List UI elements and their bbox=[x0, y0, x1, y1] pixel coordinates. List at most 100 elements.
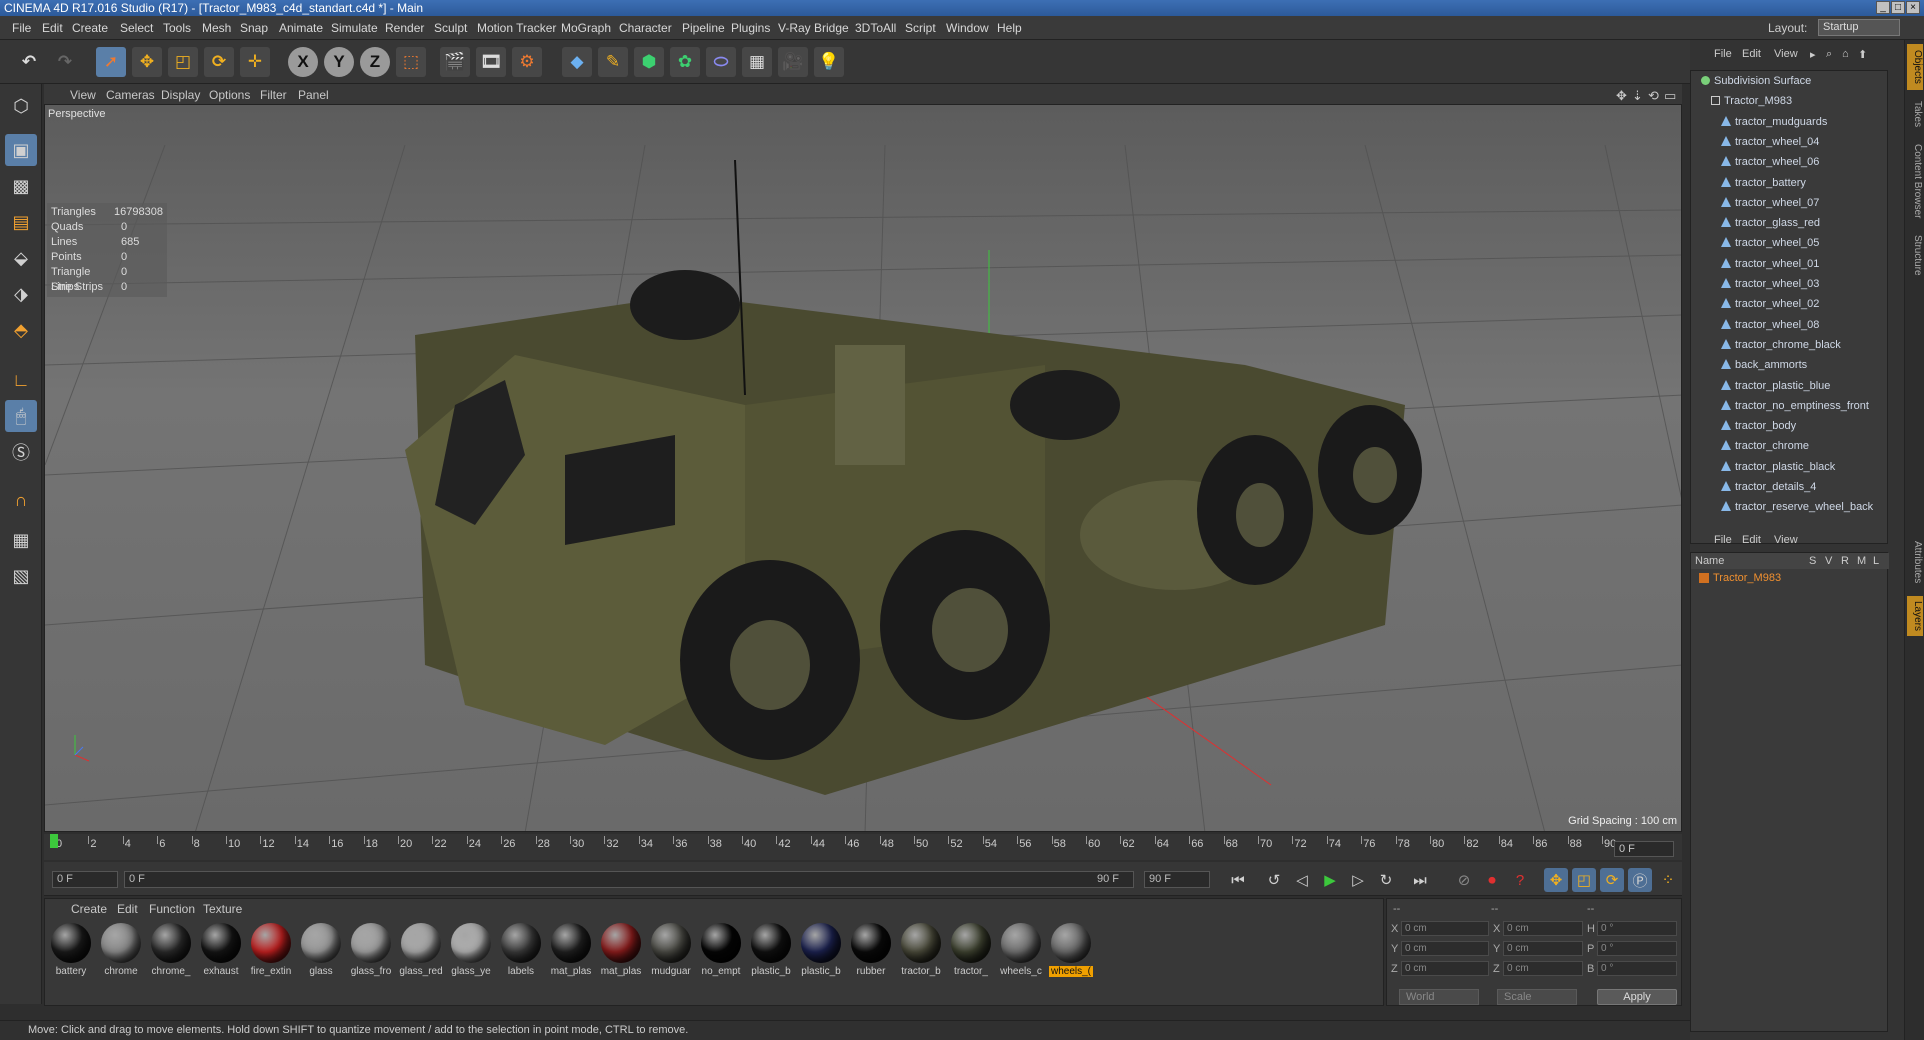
render-settings-icon[interactable]: ⚙ bbox=[512, 47, 542, 77]
playhead[interactable] bbox=[50, 834, 58, 848]
object-tree-item[interactable]: tractor_battery bbox=[1721, 173, 1806, 193]
floor-icon[interactable]: ▦ bbox=[742, 47, 772, 77]
home-icon[interactable]: ⌂ bbox=[1842, 48, 1849, 60]
menu-3dtoall[interactable]: 3DToAll bbox=[855, 21, 896, 35]
layer-row[interactable]: Tractor_M983 bbox=[1691, 569, 1889, 587]
live-selection-icon[interactable]: ➚ bbox=[96, 47, 126, 77]
menu-sculpt[interactable]: Sculpt bbox=[434, 21, 467, 35]
material-item[interactable]: mudguar bbox=[649, 923, 693, 983]
size-y-field[interactable]: 0 cm bbox=[1503, 941, 1583, 956]
viewport-rotate-icon[interactable]: ⟲ bbox=[1648, 88, 1659, 104]
next-key-icon[interactable]: ↻ bbox=[1374, 868, 1398, 892]
menu-snap[interactable]: Snap bbox=[240, 21, 268, 35]
key-pla-icon[interactable]: ⁘ bbox=[1656, 868, 1680, 892]
menu-file[interactable]: File bbox=[12, 21, 31, 35]
object-tree-item[interactable]: Tractor_M983 bbox=[1711, 91, 1792, 111]
keyframe-selection-icon[interactable]: ? bbox=[1508, 868, 1532, 892]
position-z-field[interactable]: 0 cm bbox=[1401, 961, 1489, 976]
play-icon[interactable]: ▶ bbox=[1318, 868, 1342, 892]
menu-mesh[interactable]: Mesh bbox=[202, 21, 231, 35]
layers-menu-file[interactable]: File bbox=[1714, 534, 1732, 546]
material-item[interactable]: rubber bbox=[849, 923, 893, 983]
goto-end-icon[interactable]: ⏭ bbox=[1408, 868, 1432, 892]
redo-icon[interactable]: ↷ bbox=[50, 47, 80, 77]
planar-workplane-icon[interactable]: ▧ bbox=[5, 560, 37, 592]
object-tree-item[interactable]: tractor_wheel_01 bbox=[1721, 254, 1819, 274]
menu-plugins[interactable]: Plugins bbox=[731, 21, 770, 35]
menu-select[interactable]: Select bbox=[120, 21, 153, 35]
make-editable-icon[interactable]: ⬡ bbox=[5, 90, 37, 122]
size-z-field[interactable]: 0 cm bbox=[1503, 961, 1583, 976]
tab-takes[interactable]: Takes bbox=[1907, 96, 1923, 132]
objects-menu-edit[interactable]: Edit bbox=[1742, 48, 1761, 60]
autokey-icon[interactable]: ⏺ bbox=[1480, 868, 1504, 892]
menu-mograph[interactable]: MoGraph bbox=[561, 21, 611, 35]
viewport-maximize-icon[interactable]: ▭ bbox=[1664, 88, 1676, 104]
z-axis-icon[interactable]: Z bbox=[360, 47, 390, 77]
menu-script[interactable]: Script bbox=[905, 21, 936, 35]
object-tree-item[interactable]: back_ammorts bbox=[1721, 355, 1807, 375]
coordinate-mode-dropdown[interactable]: World bbox=[1399, 989, 1479, 1005]
rotation-p-field[interactable]: 0 ° bbox=[1597, 941, 1677, 956]
object-tree-item[interactable]: tractor_wheel_07 bbox=[1721, 193, 1819, 213]
object-tree-item[interactable]: tractor_no_emptiness_front bbox=[1721, 396, 1869, 416]
viewport-menu-display[interactable]: Display bbox=[161, 88, 200, 102]
menu-motion-tracker[interactable]: Motion Tracker bbox=[477, 21, 556, 35]
key-parameter-icon[interactable]: Ⓟ bbox=[1628, 868, 1652, 892]
y-axis-icon[interactable]: Y bbox=[324, 47, 354, 77]
menu-render[interactable]: Render bbox=[385, 21, 424, 35]
edges-mode-icon[interactable]: ⬗ bbox=[5, 278, 37, 310]
goto-start-icon[interactable]: ⏮ bbox=[1226, 868, 1250, 892]
subdivision-surface-icon[interactable]: ⬢ bbox=[634, 47, 664, 77]
move-tool-icon[interactable]: ✥ bbox=[132, 47, 162, 77]
menu-vray-bridge[interactable]: V-Ray Bridge bbox=[778, 21, 849, 35]
points-mode-icon[interactable]: ⬙ bbox=[5, 242, 37, 274]
snap-icon[interactable]: Ⓢ bbox=[5, 436, 37, 468]
timeline-ruler[interactable]: 0 2 4 6 8 10 12 14 16 18 20 22 24 26 28 30 32 34 36 38 40 42 4… bbox=[44, 834, 1682, 860]
coordinate-system-icon[interactable]: ⬚ bbox=[396, 47, 426, 77]
object-tree-item[interactable]: tractor_mudguards bbox=[1721, 112, 1827, 132]
material-item[interactable]: glass bbox=[299, 923, 343, 983]
layers-menu-edit[interactable]: Edit bbox=[1742, 534, 1761, 546]
scale-tool-icon[interactable]: ◰ bbox=[168, 47, 198, 77]
object-tree-item[interactable]: Subdivision Surface bbox=[1701, 71, 1811, 91]
x-axis-icon[interactable]: X bbox=[288, 47, 318, 77]
viewport-pan-icon[interactable]: ✥ bbox=[1616, 88, 1627, 104]
object-tree-item[interactable]: tractor_wheel_03 bbox=[1721, 274, 1819, 294]
viewport-dolly-icon[interactable]: ⇣ bbox=[1632, 88, 1643, 104]
viewport[interactable]: Perspective Triangles 16798308 Quads 0 Lin… bbox=[44, 104, 1682, 832]
menu-help[interactable]: Help bbox=[997, 21, 1022, 35]
object-tree-item[interactable]: tractor_glass_red bbox=[1721, 213, 1820, 233]
search-icon[interactable]: ⌕ bbox=[1826, 48, 1832, 61]
object-tree-item[interactable]: tractor_chrome_black bbox=[1721, 335, 1841, 355]
object-tree-item[interactable]: tractor_wheel_05 bbox=[1721, 233, 1819, 253]
up-icon[interactable]: ⬆ bbox=[1858, 48, 1867, 61]
key-scale-icon[interactable]: ◰ bbox=[1572, 868, 1596, 892]
light-icon[interactable]: 💡 bbox=[814, 47, 844, 77]
menu-edit[interactable]: Edit bbox=[42, 21, 63, 35]
size-x-field[interactable]: 0 cm bbox=[1503, 921, 1583, 936]
material-item[interactable]: wheels_( bbox=[1049, 923, 1093, 983]
apply-button[interactable]: Apply bbox=[1597, 989, 1677, 1005]
layout-select[interactable]: Startup bbox=[1818, 19, 1900, 36]
maximize-button[interactable]: □ bbox=[1891, 1, 1905, 14]
workplane-icon[interactable]: ▤ bbox=[5, 206, 37, 238]
material-item[interactable]: glass_red bbox=[399, 923, 443, 983]
record-keys-icon[interactable]: ⊘ bbox=[1452, 868, 1476, 892]
object-tree-item[interactable]: tractor_wheel_08 bbox=[1721, 315, 1819, 335]
arrow-right-icon[interactable]: ▸ bbox=[1810, 48, 1816, 61]
material-item[interactable]: chrome bbox=[99, 923, 143, 983]
key-rotation-icon[interactable]: ⟳ bbox=[1600, 868, 1624, 892]
end-frame-field[interactable]: 90 F bbox=[1144, 871, 1210, 888]
material-menu-edit[interactable]: Edit bbox=[117, 902, 138, 916]
objects-menu-view[interactable]: View bbox=[1774, 48, 1798, 60]
material-item[interactable]: plastic_b bbox=[749, 923, 793, 983]
material-item[interactable]: wheels_c bbox=[999, 923, 1043, 983]
material-item[interactable]: glass_fro bbox=[349, 923, 393, 983]
material-item[interactable]: mat_plas bbox=[599, 923, 643, 983]
next-frame-icon[interactable]: ▷ bbox=[1346, 868, 1370, 892]
render-view-icon[interactable]: 🎬 bbox=[440, 47, 470, 77]
object-tree-item[interactable]: tractor_plastic_blue bbox=[1721, 376, 1830, 396]
cloner-icon[interactable]: ✿ bbox=[670, 47, 700, 77]
minimize-button[interactable]: _ bbox=[1876, 1, 1890, 14]
